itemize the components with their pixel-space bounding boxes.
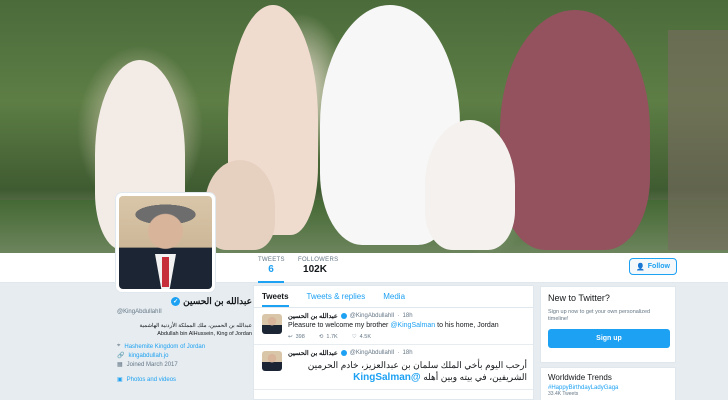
follow-button-label: Follow (647, 263, 670, 270)
tweets-stat[interactable]: TWEETS 6 (258, 257, 285, 283)
avatar[interactable] (116, 193, 215, 292)
tweet-author-handle: @KingAbdullahII (349, 313, 395, 319)
tweet-text: Pleasure to welcome my brother @KingSalm… (288, 322, 527, 329)
location-icon: ⌖ (117, 343, 121, 350)
signup-text: Sign up now to get your own personalized… (548, 309, 651, 323)
followers-stat-label: FOLLOWERS (298, 257, 339, 263)
tweet-author-handle: @KingAbdullahII (349, 350, 395, 356)
tweet-author-name[interactable]: عبدالله بن الحسين (288, 349, 338, 357)
tweet-time[interactable]: 18h (403, 350, 413, 356)
profile-website-link[interactable]: kingabdullah.jo (128, 353, 168, 359)
tweet-header: عبدالله بن الحسين @KingAbdullahII · 18h (288, 312, 527, 320)
tweet-mention[interactable]: @KingSalman (390, 322, 435, 329)
tweet-author-name[interactable]: عبدالله بن الحسين (288, 312, 338, 320)
profile-nav: TWEETS 6 FOLLOWERS 102K (0, 253, 728, 283)
tweets-stat-value: 6 (268, 264, 274, 275)
tab-tweets[interactable]: Tweets (262, 292, 289, 307)
timeline-tabs: Tweets Tweets & replies Media (254, 286, 533, 308)
profile-joined-text: Joined March 2017 (126, 361, 178, 368)
avatar-tie (162, 257, 169, 287)
retweet-button[interactable]: ⟲ 1.7K (319, 334, 338, 340)
photo-icon: ▣ (117, 377, 123, 384)
like-count: 4.5K (359, 334, 371, 340)
banner-person-5 (205, 160, 275, 250)
verified-icon (340, 350, 347, 356)
photos-link[interactable]: ▣ Photos and videos (117, 376, 252, 384)
profile-handle[interactable]: @KingAbdullahII (117, 309, 252, 315)
tweets-stat-label: TWEETS (258, 257, 285, 263)
followers-stat[interactable]: FOLLOWERS 102K (298, 257, 339, 275)
banner-person-6 (425, 120, 515, 250)
tweet-text-after: to his home, Jordan (435, 322, 499, 329)
tab-tweets-replies[interactable]: Tweets & replies (307, 292, 366, 307)
signup-button[interactable]: Sign up (548, 329, 670, 349)
tweet[interactable]: عبدالله بن الحسين @KingAbdullahII · 18h … (254, 308, 533, 345)
tweet-avatar[interactable] (262, 314, 282, 334)
timeline: Tweets Tweets & replies Media عبدالله بن… (253, 285, 534, 400)
profile-bio-english: Abdullah bin AlHussein, King of Jordan (157, 331, 252, 338)
verified-icon: ✓ (171, 297, 181, 306)
photos-link-label: Photos and videos (126, 376, 177, 383)
link-icon: 🔗 (117, 353, 125, 360)
profile-bio-arabic: عبدالله بن الحسين، ملك المملكة الأردنية … (139, 323, 252, 329)
signup-title: New to Twitter? (548, 293, 610, 303)
add-user-icon: 👤 (636, 263, 645, 271)
banner-person-4 (500, 10, 650, 250)
tweet-actions: ↩ 398 ⟲ 1.7K ♡ 4.5K (288, 334, 527, 340)
reply-count: 398 (295, 334, 305, 340)
followers-stat-value: 102K (303, 264, 327, 275)
trend-count: 33.4K Tweets (548, 391, 579, 397)
follow-button[interactable]: 👤 Follow (629, 258, 677, 275)
tweet-separator: · (397, 313, 400, 319)
tweet-time[interactable]: 18h (403, 313, 413, 319)
tweet-mention[interactable]: @KingSalman (353, 372, 421, 383)
profile-card: عبدالله بن الحسين ✓ @KingAbdullahII عبدا… (117, 296, 252, 383)
profile-joined: ▦ Joined March 2017 (117, 361, 252, 369)
tweet-header: عبدالله بن الحسين @KingAbdullahII · 18h (288, 349, 527, 357)
profile-name-row: عبدالله بن الحسين ✓ (117, 296, 252, 307)
signup-module: New to Twitter? Sign up now to get your … (540, 286, 676, 363)
header-photo (0, 0, 728, 253)
tweet[interactable]: عبدالله بن الحسين @KingAbdullahII · 18h … (254, 345, 533, 390)
tweet-text-before: Pleasure to welcome my brother (288, 322, 391, 329)
heart-icon: ♡ (351, 334, 357, 340)
trends-module: Worldwide Trends #HappyBirthdayLadyGaga … (540, 367, 676, 400)
banner-wall (668, 30, 728, 250)
calendar-icon: ▦ (117, 362, 123, 369)
reply-button[interactable]: ↩ 398 (288, 334, 305, 340)
reply-icon: ↩ (288, 334, 293, 340)
verified-icon (340, 313, 347, 319)
tweet-text-arabic: أرحب اليوم بأخي الملك سلمان بن عبدالعزيز… (288, 359, 527, 385)
tweet-avatar[interactable] (262, 351, 282, 371)
profile-name[interactable]: عبدالله بن الحسين (183, 296, 252, 307)
profile-location-text[interactable]: Hashemite Kingdom of Jordan (124, 344, 205, 350)
trends-title: Worldwide Trends (548, 373, 612, 382)
avatar-photo (119, 196, 212, 289)
retweet-icon: ⟲ (318, 334, 324, 340)
profile-location: ⌖ Hashemite Kingdom of Jordan (117, 343, 252, 350)
tab-media[interactable]: Media (383, 292, 405, 307)
like-button[interactable]: ♡ 4.5K (352, 334, 371, 340)
profile-website: 🔗 kingabdullah.jo (117, 352, 252, 360)
tweet-separator: · (397, 350, 400, 356)
retweet-count: 1.7K (326, 334, 338, 340)
